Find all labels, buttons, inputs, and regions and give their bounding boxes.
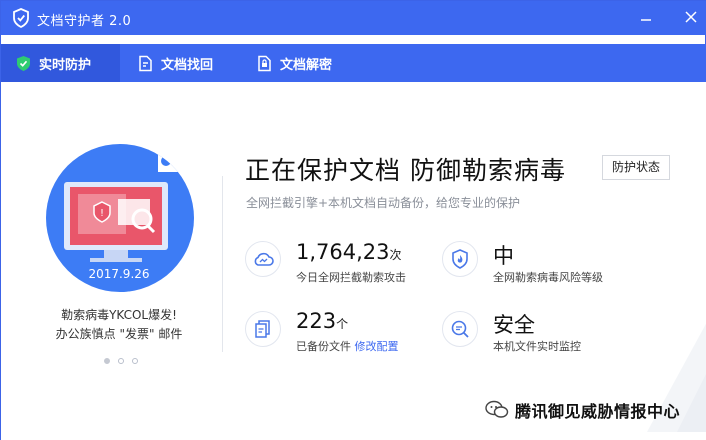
carousel-dot[interactable] (104, 358, 110, 364)
stat-intercepts-unit: 次 (389, 248, 402, 262)
stat-backup-value: 223个 (296, 309, 348, 333)
main-tabs: 实时防护 文档找回 文档解密 (1, 44, 706, 82)
document-decrypt-icon (258, 55, 271, 71)
file-copy-icon (255, 320, 270, 338)
tab-label: 实时防护 (39, 57, 92, 73)
wechat-icon (485, 400, 509, 418)
title-bar: 文档守护者 2.0 (1, 1, 706, 35)
stat-intercepts-label: 今日全网拦截勒索攻击 (296, 271, 406, 284)
news-subheadline[interactable]: 办公族慎点 "发票" 邮件 (1, 325, 237, 342)
divider (222, 176, 223, 352)
watermark: 腾讯御见威胁情报中心 (485, 398, 680, 422)
stat-risk-value: 中 (493, 244, 514, 268)
news-headline[interactable]: 勒索病毒YKCOL爆发! (1, 306, 237, 323)
carousel-dot[interactable] (118, 358, 124, 364)
stat-monitor-label: 本机文件实时监控 (493, 340, 581, 353)
stat-backup-icon-wrap (245, 311, 281, 347)
app-title: 文档守护者 2.0 (37, 14, 132, 29)
tab-document-decrypt[interactable]: 文档解密 (256, 44, 332, 82)
close-button[interactable] (680, 7, 702, 29)
stat-intercepts-icon-wrap (245, 241, 281, 277)
svg-text:!: ! (100, 208, 104, 219)
magnifier-icon (451, 320, 469, 338)
watermark-text: 腾讯御见威胁情报中心 (515, 402, 681, 421)
carousel-dots (104, 358, 138, 364)
document-recover-icon (139, 55, 152, 71)
shield-flame-icon (452, 249, 468, 269)
main-content: ! 2017.9.26 勒索病毒YKCOL爆发! 办公族慎点 "发票" 邮件 正… (1, 82, 706, 440)
stat-monitor-icon-wrap (442, 311, 478, 347)
stat-risk-icon-wrap (442, 241, 478, 277)
shield-icon (17, 55, 30, 71)
tab-realtime-protection[interactable]: 实时防护 (1, 44, 120, 82)
stat-monitor-value: 安全 (493, 313, 535, 337)
tab-label: 文档找回 (161, 57, 214, 73)
minimize-icon (641, 19, 651, 21)
modify-config-link[interactable]: 修改配置 (355, 340, 399, 353)
stat-backup-label: 已备份文件 (296, 340, 351, 353)
minimize-button[interactable] (635, 7, 657, 29)
protection-status-button[interactable]: 防护状态 (602, 155, 670, 180)
app-window: 文档守护者 2.0 实时防护 文档找回 文档解密 ! 2017.9.26 勒索病… (0, 0, 706, 440)
close-icon (685, 11, 697, 23)
stat-intercepts-value: 1,764,23次 (296, 240, 402, 264)
stat-risk-label: 全网勒索病毒风险等级 (493, 271, 603, 284)
shield-logo-icon (13, 8, 29, 28)
cloud-icon (254, 252, 274, 266)
tab-label: 文档解密 (280, 57, 333, 73)
tab-document-recovery[interactable]: 文档找回 (137, 44, 213, 82)
stat-backup-unit: 个 (336, 317, 349, 331)
protection-headline: 正在保护文档 防御勒索病毒 (245, 156, 566, 185)
carousel-dot[interactable] (132, 358, 138, 364)
stat-intercepts-number: 1,764,23 (296, 240, 390, 264)
protection-subtitle: 全网拦截引擎+本机文档自动备份，给您专业的保护 (246, 196, 521, 210)
stat-backup-number: 223 (296, 309, 337, 333)
stat-backup-label-row: 已备份文件 修改配置 (296, 338, 399, 354)
news-date: 2017.9.26 (88, 267, 150, 281)
